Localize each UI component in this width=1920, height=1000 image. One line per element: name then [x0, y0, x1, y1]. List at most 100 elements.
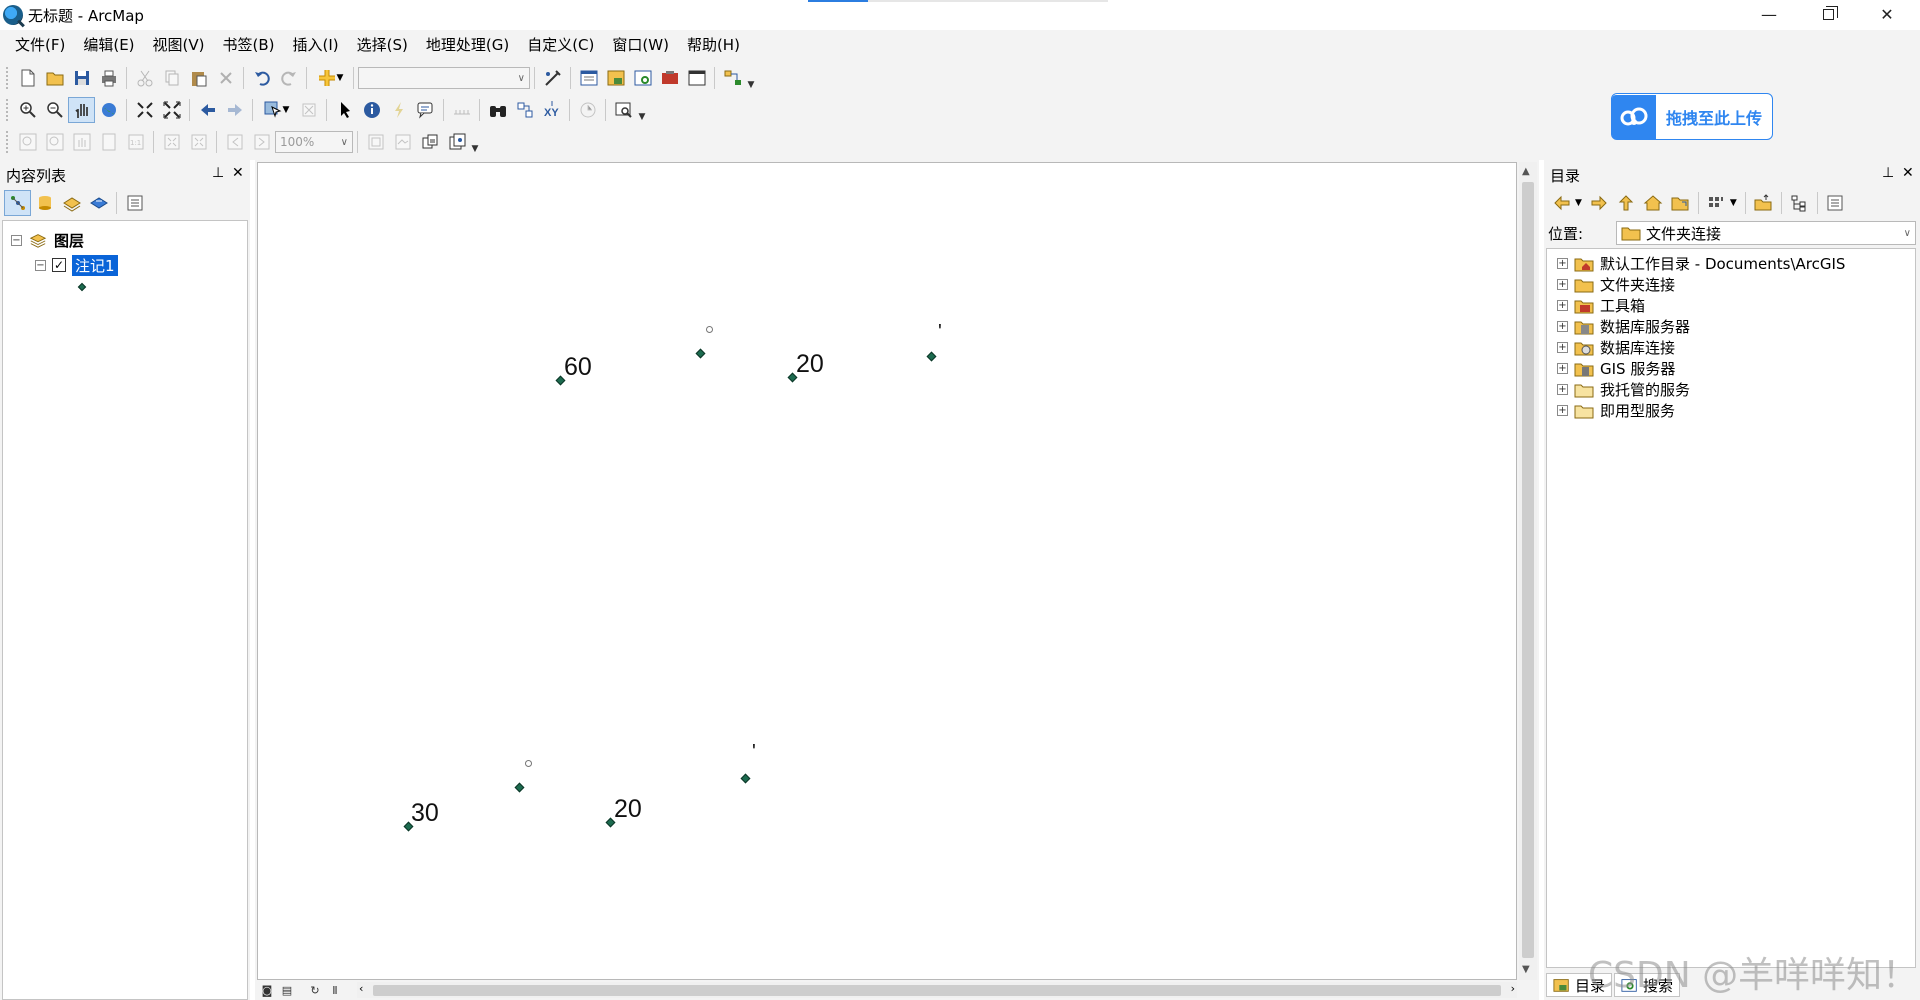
toolbar-grip[interactable]	[6, 131, 10, 153]
list-by-selection-button[interactable]	[85, 190, 112, 216]
print-button[interactable]	[95, 65, 122, 91]
hyperlink-tool[interactable]	[385, 97, 412, 123]
location-combo[interactable]: 文件夹连接 ∨	[1616, 221, 1916, 245]
catalog-item-folder-connections[interactable]: + 文件夹连接	[1557, 274, 1675, 295]
catalog-item-toolboxes[interactable]: + 工具箱	[1557, 295, 1645, 316]
scrollbar-thumb[interactable]	[373, 985, 1501, 996]
select-elements-tool[interactable]	[331, 97, 358, 123]
menu-customize[interactable]: 自定义(C)	[518, 32, 603, 58]
menu-insert[interactable]: 插入(I)	[284, 32, 348, 58]
zoom-out-tool[interactable]	[41, 97, 68, 123]
collapse-icon[interactable]: −	[35, 259, 46, 271]
layer-row-annotation[interactable]: − ✓ 注记1	[35, 253, 118, 277]
catalog-item-database-servers[interactable]: + 数据库服务器	[1557, 316, 1690, 337]
python-window-button[interactable]	[683, 65, 710, 91]
menu-bookmarks[interactable]: 书签(B)	[214, 32, 284, 58]
go-forward-extent-button[interactable]	[221, 97, 248, 123]
expand-icon[interactable]: +	[1557, 258, 1568, 269]
zoom-100-button[interactable]: 1:1	[122, 129, 149, 155]
menu-selection[interactable]: 选择(S)	[348, 32, 417, 58]
find-route-button[interactable]	[511, 97, 538, 123]
expand-icon[interactable]: +	[1557, 405, 1568, 416]
layout-view-icon[interactable]: ▤	[277, 982, 297, 998]
scroll-up-icon[interactable]: ▲	[1522, 166, 1530, 177]
toc-options-button[interactable]	[121, 190, 148, 216]
catalog-options-button[interactable]	[1822, 190, 1849, 216]
layout-zoom-combo[interactable]: 100% ∨	[275, 131, 353, 153]
clear-selection-button[interactable]	[295, 97, 322, 123]
minimize-button[interactable]: —	[1740, 0, 1798, 29]
menu-windows[interactable]: 窗口(W)	[603, 32, 678, 58]
add-data-button[interactable]: ▼	[311, 65, 349, 91]
catalog-window-button[interactable]	[602, 65, 629, 91]
cut-button[interactable]	[131, 65, 158, 91]
layout-zoom-out-button[interactable]	[41, 129, 68, 155]
new-document-button[interactable]	[14, 65, 41, 91]
chevron-down-icon[interactable]: ▼	[1730, 198, 1737, 208]
model-builder-button[interactable]	[719, 65, 746, 91]
catalog-tree-button[interactable]	[1786, 190, 1813, 216]
list-by-drawing-order-button[interactable]	[4, 190, 31, 216]
layers-root-row[interactable]: − 图层	[11, 228, 84, 252]
catalog-up-button[interactable]	[1613, 190, 1640, 216]
html-popup-tool[interactable]	[412, 97, 439, 123]
go-to-xy-button[interactable]: XY	[538, 97, 565, 123]
create-viewer-window-button[interactable]	[610, 97, 637, 123]
layer-name-label[interactable]: 注记1	[72, 254, 118, 276]
expand-icon[interactable]: +	[1557, 300, 1568, 311]
catalog-item-my-hosted-services[interactable]: + 我托管的服务	[1557, 379, 1690, 400]
catalog-item-gis-servers[interactable]: + GIS 服务器	[1557, 358, 1675, 379]
toolbar-grip[interactable]	[6, 99, 10, 121]
menu-edit[interactable]: 编辑(E)	[74, 32, 143, 58]
full-extent-button[interactable]	[95, 97, 122, 123]
identify-tool[interactable]	[358, 97, 385, 123]
search-window-button[interactable]	[629, 65, 656, 91]
zoom-whole-page-button[interactable]	[95, 129, 122, 155]
scroll-down-icon[interactable]: ▼	[1522, 964, 1530, 975]
scrollbar-thumb[interactable]	[1522, 182, 1534, 958]
time-slider-button[interactable]	[574, 97, 601, 123]
menu-geoprocessing[interactable]: 地理处理(G)	[417, 32, 518, 58]
expand-icon[interactable]: +	[1557, 363, 1568, 374]
map-horizontal-scrollbar[interactable]: ‹ ›	[357, 982, 1517, 998]
expand-icon[interactable]: +	[1557, 384, 1568, 395]
layer-visibility-checkbox[interactable]: ✓	[52, 258, 66, 272]
layout-forward-button[interactable]	[248, 129, 275, 155]
pause-drawing-icon[interactable]: Ⅱ	[325, 982, 345, 998]
chevron-down-icon[interactable]: ▼	[1575, 198, 1582, 208]
map-scale-combo[interactable]: ∨	[358, 67, 530, 89]
expand-icon[interactable]: +	[1557, 321, 1568, 332]
save-button[interactable]	[68, 65, 95, 91]
refresh-icon[interactable]: ↻	[305, 982, 325, 998]
scroll-left-icon[interactable]: ‹	[359, 982, 363, 995]
menu-help[interactable]: 帮助(H)	[678, 32, 749, 58]
pan-tool[interactable]	[68, 97, 95, 123]
close-panel-icon[interactable]: ✕	[232, 165, 244, 181]
pin-icon[interactable]: ⊥	[1882, 165, 1894, 181]
restore-button[interactable]	[1799, 0, 1857, 29]
fixed-zoom-out-button[interactable]	[158, 97, 185, 123]
toolbar-options-icon[interactable]: ▼	[637, 98, 647, 122]
delete-button[interactable]	[212, 65, 239, 91]
table-of-contents-button[interactable]	[575, 65, 602, 91]
data-driven-pages-button[interactable]	[443, 129, 470, 155]
catalog-item-default-workspace[interactable]: + 默认工作目录 - Documents\ArcGIS	[1557, 253, 1845, 274]
list-by-visibility-button[interactable]	[58, 190, 85, 216]
zoom-in-tool[interactable]	[14, 97, 41, 123]
change-layout-button[interactable]	[416, 129, 443, 155]
drag-upload-button[interactable]: 拖拽至此上传	[1611, 93, 1773, 140]
toggle-contents-panel-button[interactable]	[1750, 190, 1777, 216]
pin-icon[interactable]: ⊥	[212, 165, 224, 181]
toolbar-options-icon[interactable]: ▼	[746, 66, 756, 90]
catalog-back-button[interactable]	[1548, 190, 1575, 216]
fixed-zoom-in-layout-button[interactable]	[158, 129, 185, 155]
collapse-icon[interactable]: −	[11, 234, 22, 246]
close-panel-icon[interactable]: ✕	[1902, 165, 1914, 181]
catalog-views-button[interactable]	[1703, 190, 1730, 216]
toolbar-options-icon[interactable]: ▼	[470, 130, 480, 154]
catalog-home-button[interactable]	[1640, 190, 1667, 216]
arctoolbox-button[interactable]	[656, 65, 683, 91]
connect-folder-button[interactable]	[1667, 190, 1694, 216]
layout-zoom-in-button[interactable]	[14, 129, 41, 155]
map-view[interactable]: 60 20 ' 30 20 '	[257, 162, 1517, 980]
